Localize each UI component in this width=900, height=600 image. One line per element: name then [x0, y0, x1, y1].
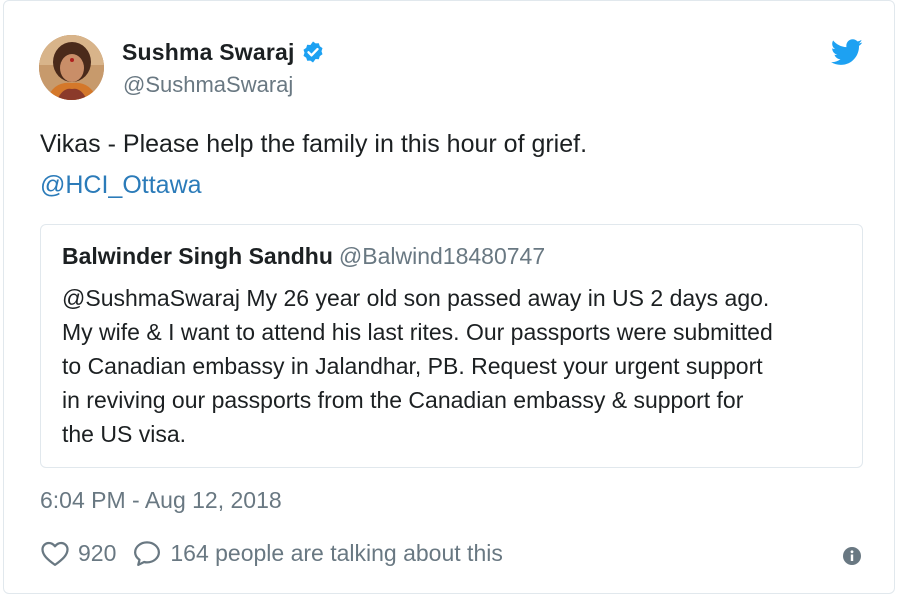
like-button[interactable]: 920 — [40, 539, 116, 567]
quoted-text-line: to Canadian embassy in Jalandhar, PB. Re… — [62, 353, 763, 379]
tweet-text: Vikas - Please help the family in this h… — [40, 130, 588, 158]
reply-button[interactable]: 164 people are talking about this — [132, 539, 503, 567]
twitter-bird-icon[interactable] — [830, 39, 863, 66]
quoted-tweet[interactable]: Balwinder Singh Sandhu @Balwind18480747 @… — [40, 224, 863, 468]
quoted-author-handle: @Balwind18480747 — [338, 243, 546, 269]
quoted-text-line: @SushmaSwaraj My 26 year old son passed … — [62, 285, 770, 311]
quoted-tweet-header: Balwinder Singh Sandhu @Balwind18480747 — [62, 243, 545, 270]
tweet-card: Sushma Swaraj @SushmaSwaraj Vikas - Plea… — [3, 0, 895, 594]
speech-bubble-icon — [132, 539, 162, 567]
quoted-text-line: My wife & I want to attend his last rite… — [62, 319, 773, 345]
author-handle[interactable]: @SushmaSwaraj — [123, 72, 293, 98]
avatar-image — [39, 35, 104, 100]
mention-link[interactable]: @HCI_Ottawa — [40, 170, 202, 200]
like-count: 920 — [78, 539, 117, 566]
verified-badge-icon — [301, 40, 325, 64]
conversation-count-text: 164 people are talking about this — [170, 539, 503, 566]
quoted-tweet-text: @SushmaSwaraj My 26 year old son passed … — [62, 281, 852, 451]
author-name-row[interactable]: Sushma Swaraj — [122, 37, 325, 67]
avatar[interactable] — [39, 35, 104, 100]
tweet-actions: 920 164 people are talking about this — [40, 537, 503, 569]
info-icon[interactable] — [842, 546, 862, 566]
quoted-author-name: Balwinder Singh Sandhu — [62, 243, 333, 269]
quoted-text-line: in reviving our passports from the Canad… — [62, 387, 744, 413]
author-display-name[interactable]: Sushma Swaraj — [122, 39, 295, 66]
quoted-text-line: the US visa. — [62, 421, 186, 447]
tweet-timestamp[interactable]: 6:04 PM - Aug 12, 2018 — [40, 487, 282, 514]
heart-icon — [40, 539, 70, 567]
